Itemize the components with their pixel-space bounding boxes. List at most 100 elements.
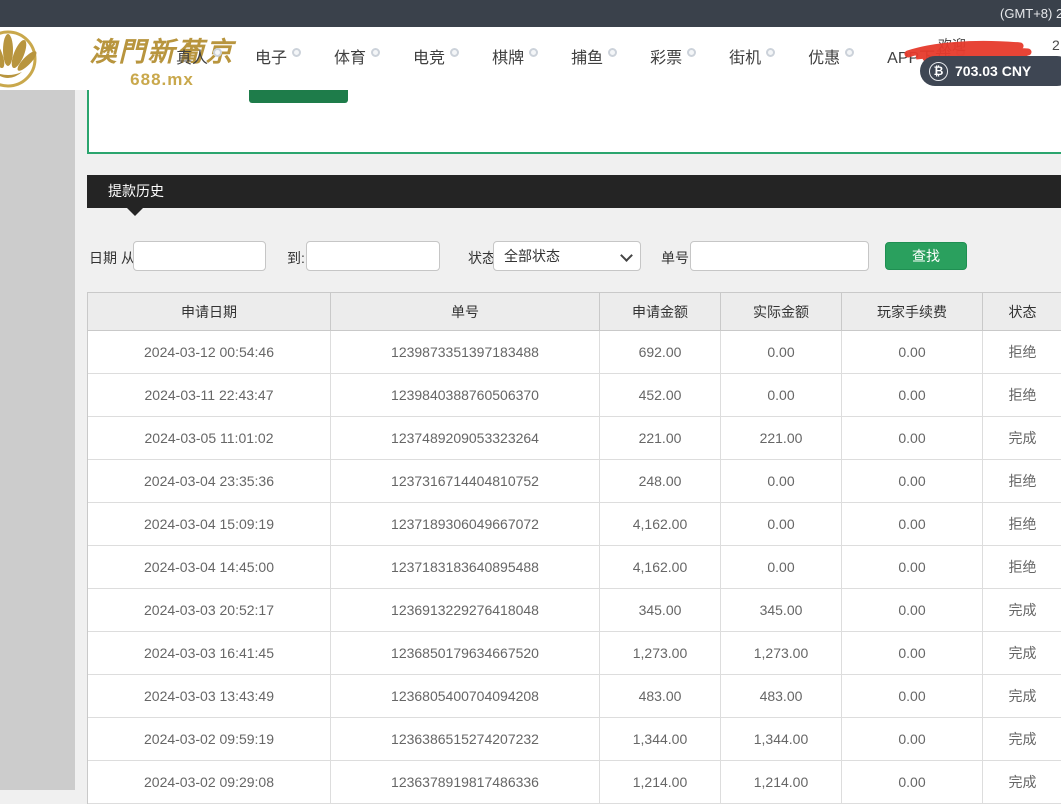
promo-box bbox=[87, 90, 1061, 154]
promo-submit-button[interactable] bbox=[249, 90, 348, 103]
cell-status: 完成 bbox=[983, 632, 1061, 675]
cell-player-fee: 0.00 bbox=[842, 460, 983, 503]
cell-actual-amount: 0.00 bbox=[721, 546, 842, 589]
cell-order-number: 1236386515274207232 bbox=[331, 718, 600, 761]
search-button[interactable]: 查找 bbox=[885, 242, 967, 270]
cell-date: 2024-03-04 15:09:19 bbox=[88, 503, 331, 546]
date-from-input[interactable] bbox=[133, 241, 266, 271]
table-row: 2024-03-04 15:09:1912371893060496670724,… bbox=[88, 503, 1061, 546]
date-to-input[interactable] bbox=[306, 241, 440, 271]
main-nav: 真人电子体育电竞棋牌捕鱼彩票街机优惠APP下载 bbox=[176, 27, 965, 90]
withdraw-history-panel-bar: 提款历史 bbox=[87, 175, 1061, 208]
cell-actual-amount: 0.00 bbox=[721, 503, 842, 546]
cell-order-number: 1236850179634667520 bbox=[331, 632, 600, 675]
timezone-text: (GMT+8) 2 bbox=[1000, 6, 1061, 21]
cell-date: 2024-03-03 20:52:17 bbox=[88, 589, 331, 632]
nav-item[interactable]: 电子 bbox=[255, 48, 301, 70]
date-from-label: 日期 从: bbox=[89, 248, 139, 268]
table-row: 2024-03-05 11:01:02123748920905332326422… bbox=[88, 417, 1061, 460]
cell-player-fee: 0.00 bbox=[842, 718, 983, 761]
cell-order-number: 1237316714404810752 bbox=[331, 460, 600, 503]
cell-status: 完成 bbox=[983, 417, 1061, 460]
panel-title: 提款历史 bbox=[108, 175, 164, 208]
cell-player-fee: 0.00 bbox=[842, 374, 983, 417]
table-row: 2024-03-12 00:54:46123987335139718348869… bbox=[88, 331, 1061, 374]
cell-status: 完成 bbox=[983, 761, 1061, 804]
cell-status: 拒绝 bbox=[983, 546, 1061, 589]
welcome-label: 欢迎 bbox=[938, 37, 966, 53]
cell-order-number: 1236805400704094208 bbox=[331, 675, 600, 718]
left-gutter bbox=[0, 90, 75, 790]
cell-date: 2024-03-02 09:29:08 bbox=[88, 761, 331, 804]
nav-badge-icon bbox=[687, 48, 696, 57]
cell-applied-amount: 1,273.00 bbox=[600, 632, 721, 675]
cell-status: 拒绝 bbox=[983, 460, 1061, 503]
nav-badge-icon bbox=[371, 48, 380, 57]
cell-applied-amount: 221.00 bbox=[600, 417, 721, 460]
nav-badge-icon bbox=[292, 48, 301, 57]
bitcoin-icon: ₿ bbox=[929, 62, 948, 81]
table-body: 2024-03-12 00:54:46123987335139718348869… bbox=[88, 331, 1061, 804]
cell-order-number: 1237189306049667072 bbox=[331, 503, 600, 546]
cell-actual-amount: 0.00 bbox=[721, 331, 842, 374]
cell-status: 拒绝 bbox=[983, 503, 1061, 546]
cell-actual-amount: 0.00 bbox=[721, 374, 842, 417]
cell-actual-amount: 221.00 bbox=[721, 417, 842, 460]
nav-item[interactable]: 彩票 bbox=[650, 48, 696, 70]
cell-player-fee: 0.00 bbox=[842, 331, 983, 374]
cell-player-fee: 0.00 bbox=[842, 761, 983, 804]
table-row: 2024-03-04 23:35:36123731671440481075224… bbox=[88, 460, 1061, 503]
cell-date: 2024-03-03 13:43:49 bbox=[88, 675, 331, 718]
cell-actual-amount: 0.00 bbox=[721, 460, 842, 503]
nav-badge-icon bbox=[450, 48, 459, 57]
cell-date: 2024-03-12 00:54:46 bbox=[88, 331, 331, 374]
nav-item[interactable]: 捕鱼 bbox=[571, 48, 617, 70]
table-row: 2024-03-03 20:52:17123691322927641804834… bbox=[88, 589, 1061, 632]
cell-applied-amount: 4,162.00 bbox=[600, 546, 721, 589]
cell-applied-amount: 483.00 bbox=[600, 675, 721, 718]
nav-item-label: 街机 bbox=[729, 48, 761, 70]
welcome-text: 欢迎 2 bbox=[938, 35, 1060, 55]
table-header-row: 申请日期单号申请金额实际金额玩家手续费状态 bbox=[88, 293, 1061, 331]
status-select[interactable]: 全部状态 bbox=[493, 241, 641, 271]
nav-item[interactable]: 街机 bbox=[729, 48, 775, 70]
cell-order-number: 1237489209053323264 bbox=[331, 417, 600, 460]
column-header: 申请日期 bbox=[88, 293, 331, 331]
nav-badge-icon bbox=[766, 48, 775, 57]
nav-item[interactable]: 体育 bbox=[334, 48, 380, 70]
nav-item-label: 彩票 bbox=[650, 48, 682, 70]
cell-date: 2024-03-05 11:01:02 bbox=[88, 417, 331, 460]
cell-date: 2024-03-11 22:43:47 bbox=[88, 374, 331, 417]
cell-actual-amount: 1,214.00 bbox=[721, 761, 842, 804]
nav-item-label: 捕鱼 bbox=[571, 48, 603, 70]
nav-item-label: 电子 bbox=[255, 48, 287, 70]
page: { "topbar": { "timezone_text": "(GMT+8) … bbox=[0, 0, 1061, 790]
nav-badge-icon bbox=[213, 48, 222, 57]
nav-item[interactable]: 真人 bbox=[176, 48, 222, 70]
withdraw-history-table: 申请日期单号申请金额实际金额玩家手续费状态 2024-03-12 00:54:4… bbox=[87, 292, 1061, 804]
header: 澳門新葡京 688.mx 真人电子体育电竞棋牌捕鱼彩票街机优惠APP下载 欢迎2… bbox=[0, 27, 1061, 90]
nav-item[interactable]: 电竞 bbox=[413, 48, 459, 70]
nav-item[interactable]: 优惠 bbox=[808, 48, 854, 70]
nav-item-label: 体育 bbox=[334, 48, 366, 70]
cell-status: 完成 bbox=[983, 675, 1061, 718]
balance-pill[interactable]: ₿ 703.03 CNY bbox=[920, 56, 1061, 86]
date-to-label: 到: bbox=[287, 248, 305, 268]
cell-actual-amount: 483.00 bbox=[721, 675, 842, 718]
order-number-input[interactable] bbox=[690, 241, 869, 271]
nav-badge-icon bbox=[529, 48, 538, 57]
topbar: (GMT+8) 2 bbox=[0, 0, 1061, 27]
cell-applied-amount: 452.00 bbox=[600, 374, 721, 417]
cell-date: 2024-03-03 16:41:45 bbox=[88, 632, 331, 675]
nav-item-label: 真人 bbox=[176, 48, 208, 70]
cell-player-fee: 0.00 bbox=[842, 632, 983, 675]
cell-player-fee: 0.00 bbox=[842, 546, 983, 589]
welcome-suffix: 2 bbox=[1052, 37, 1060, 53]
cell-applied-amount: 1,214.00 bbox=[600, 761, 721, 804]
cell-actual-amount: 345.00 bbox=[721, 589, 842, 632]
nav-badge-icon bbox=[845, 48, 854, 57]
cell-date: 2024-03-04 14:45:00 bbox=[88, 546, 331, 589]
nav-item[interactable]: 棋牌 bbox=[492, 48, 538, 70]
cell-status: 完成 bbox=[983, 718, 1061, 761]
cell-player-fee: 0.00 bbox=[842, 589, 983, 632]
